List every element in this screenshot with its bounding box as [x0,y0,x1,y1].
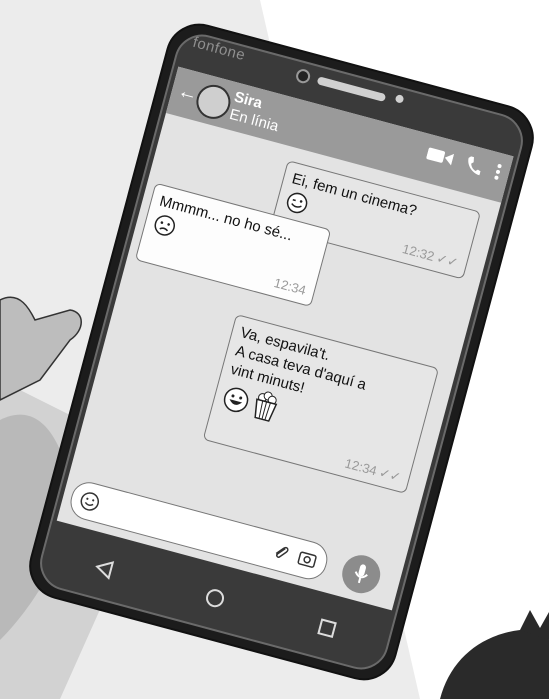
wink-face-icon [282,189,310,221]
recents-nav-icon[interactable] [310,611,344,645]
message-time: 12:32 [400,241,436,264]
mic-icon [354,564,368,584]
video-icon[interactable] [425,145,455,167]
message-time: 12:34 [343,455,379,479]
home-nav-icon[interactable] [198,581,232,615]
double-check-icon: ✓✓ [435,250,460,271]
smile-icon[interactable] [76,489,102,518]
grinning-face-icon [219,384,252,421]
double-check-icon: ✓✓ [377,464,403,485]
paperclip-icon[interactable] [270,542,291,568]
message-bubble-outgoing[interactable]: Va, espavila't. A casa teva d'aquí a vin… [202,314,440,494]
worried-face-icon [150,212,178,244]
back-nav-icon[interactable] [87,551,121,585]
camera-icon[interactable] [295,549,318,574]
popcorn-icon [248,388,282,429]
mic-button[interactable] [337,550,385,598]
more-vert-icon[interactable] [493,162,503,181]
call-icon[interactable] [464,155,484,177]
message-time: 12:34 [272,275,308,298]
